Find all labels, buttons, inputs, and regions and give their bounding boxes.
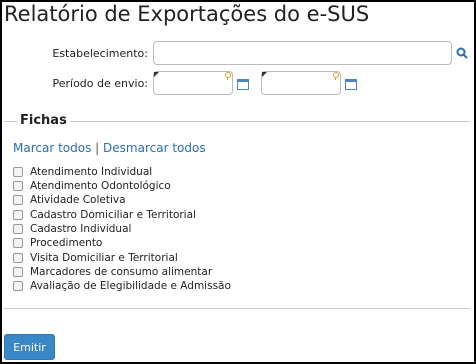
ficha-item[interactable]: Atendimento Odontológico: [13, 179, 171, 192]
ficha-item[interactable]: Procedimento: [13, 236, 102, 249]
ficha-label: Cadastro Individual: [30, 222, 132, 235]
links-separator: |: [95, 141, 100, 155]
ficha-label: Procedimento: [30, 236, 103, 249]
checkbox[interactable]: [13, 237, 23, 248]
periodo-label: Período de envio:: [52, 77, 148, 90]
checkbox[interactable]: [13, 166, 23, 177]
emitir-button[interactable]: Emitir: [4, 334, 55, 360]
warning-icon: [225, 72, 231, 80]
checkbox[interactable]: [13, 223, 23, 234]
ficha-item[interactable]: Marcadores de consumo alimentar: [13, 265, 212, 278]
search-icon[interactable]: [456, 47, 468, 59]
checkbox[interactable]: [13, 266, 23, 277]
desmarcar-todos-link[interactable]: Desmarcar todos: [103, 141, 206, 155]
calendar-icon[interactable]: [237, 79, 249, 90]
checkbox[interactable]: [13, 180, 23, 191]
estabelecimento-input[interactable]: [153, 41, 452, 65]
ficha-label: Marcadores de consumo alimentar: [30, 265, 213, 278]
ficha-label: Atendimento Individual: [30, 165, 153, 178]
calendar-icon[interactable]: [345, 79, 357, 90]
ficha-item[interactable]: Atividade Coletiva: [13, 193, 126, 206]
warning-icon: [333, 72, 339, 80]
checkbox[interactable]: [13, 209, 23, 220]
ficha-item[interactable]: Cadastro Individual: [13, 222, 131, 235]
fichas-legend: Fichas: [17, 113, 70, 128]
ficha-label: Cadastro Domiciliar e Territorial: [30, 208, 196, 221]
periodo-inicio-input[interactable]: [153, 71, 233, 95]
checkbox[interactable]: [13, 194, 23, 205]
checkbox[interactable]: [13, 280, 23, 291]
dropdown-corner-icon: [262, 72, 267, 77]
dropdown-corner-icon: [154, 72, 159, 77]
fichas-links: Marcar todos | Desmarcar todos: [13, 141, 206, 155]
ficha-label: Atividade Coletiva: [30, 193, 126, 206]
ficha-item[interactable]: Avaliação de Elegibilidade e Admissão: [13, 279, 231, 292]
ficha-item[interactable]: Visita Domiciliar e Territorial: [13, 251, 178, 264]
ficha-label: Visita Domiciliar e Territorial: [30, 251, 178, 264]
marcar-todos-link[interactable]: Marcar todos: [13, 141, 91, 155]
estabelecimento-label: Estabelecimento:: [52, 47, 148, 60]
ficha-item[interactable]: Atendimento Individual: [13, 165, 152, 178]
page-title: Relatório de Exportações do e-SUS: [4, 2, 370, 26]
checkbox[interactable]: [13, 252, 23, 263]
ficha-label: Atendimento Odontológico: [30, 179, 171, 192]
ficha-item[interactable]: Cadastro Domiciliar e Territorial: [13, 208, 196, 221]
periodo-fim-input[interactable]: [261, 71, 341, 95]
ficha-label: Avaliação de Elegibilidade e Admissão: [30, 279, 231, 292]
